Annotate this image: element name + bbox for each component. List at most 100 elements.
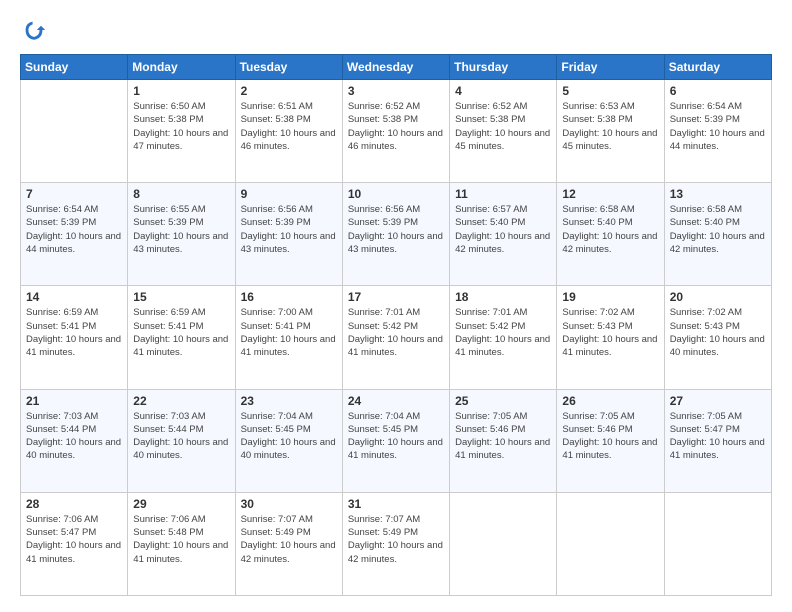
calendar-cell: 8 Sunrise: 6:55 AMSunset: 5:39 PMDayligh… [128,183,235,286]
day-number: 22 [133,394,229,408]
calendar-cell: 27 Sunrise: 7:05 AMSunset: 5:47 PMDaylig… [664,389,771,492]
day-info: Sunrise: 7:05 AMSunset: 5:46 PMDaylight:… [455,411,550,462]
calendar-cell: 25 Sunrise: 7:05 AMSunset: 5:46 PMDaylig… [450,389,557,492]
day-info: Sunrise: 6:56 AMSunset: 5:39 PMDaylight:… [241,204,336,255]
calendar-cell: 31 Sunrise: 7:07 AMSunset: 5:49 PMDaylig… [342,492,449,595]
day-info: Sunrise: 7:02 AMSunset: 5:43 PMDaylight:… [562,307,657,358]
day-info: Sunrise: 6:54 AMSunset: 5:39 PMDaylight:… [26,204,121,255]
day-info: Sunrise: 7:06 AMSunset: 5:47 PMDaylight:… [26,514,121,565]
day-number: 29 [133,497,229,511]
calendar-cell: 6 Sunrise: 6:54 AMSunset: 5:39 PMDayligh… [664,80,771,183]
calendar-cell: 22 Sunrise: 7:03 AMSunset: 5:44 PMDaylig… [128,389,235,492]
day-info: Sunrise: 6:57 AMSunset: 5:40 PMDaylight:… [455,204,550,255]
day-number: 14 [26,290,122,304]
calendar-cell [21,80,128,183]
calendar-week-5: 28 Sunrise: 7:06 AMSunset: 5:47 PMDaylig… [21,492,772,595]
day-number: 11 [455,187,551,201]
day-number: 28 [26,497,122,511]
day-info: Sunrise: 7:02 AMSunset: 5:43 PMDaylight:… [670,307,765,358]
day-info: Sunrise: 6:58 AMSunset: 5:40 PMDaylight:… [562,204,657,255]
weekday-header-thursday: Thursday [450,55,557,80]
day-number: 12 [562,187,658,201]
day-info: Sunrise: 6:58 AMSunset: 5:40 PMDaylight:… [670,204,765,255]
day-number: 2 [241,84,337,98]
weekday-header-tuesday: Tuesday [235,55,342,80]
day-number: 7 [26,187,122,201]
weekday-header-sunday: Sunday [21,55,128,80]
day-number: 24 [348,394,444,408]
day-info: Sunrise: 7:01 AMSunset: 5:42 PMDaylight:… [455,307,550,358]
weekday-header-friday: Friday [557,55,664,80]
day-number: 30 [241,497,337,511]
calendar-cell: 10 Sunrise: 6:56 AMSunset: 5:39 PMDaylig… [342,183,449,286]
calendar-cell: 20 Sunrise: 7:02 AMSunset: 5:43 PMDaylig… [664,286,771,389]
calendar-week-1: 1 Sunrise: 6:50 AMSunset: 5:38 PMDayligh… [21,80,772,183]
calendar-header-row: SundayMondayTuesdayWednesdayThursdayFrid… [21,55,772,80]
day-info: Sunrise: 6:59 AMSunset: 5:41 PMDaylight:… [133,307,228,358]
calendar-cell: 26 Sunrise: 7:05 AMSunset: 5:46 PMDaylig… [557,389,664,492]
weekday-header-saturday: Saturday [664,55,771,80]
calendar-cell: 15 Sunrise: 6:59 AMSunset: 5:41 PMDaylig… [128,286,235,389]
day-info: Sunrise: 6:54 AMSunset: 5:39 PMDaylight:… [670,101,765,152]
day-info: Sunrise: 6:52 AMSunset: 5:38 PMDaylight:… [455,101,550,152]
calendar-week-3: 14 Sunrise: 6:59 AMSunset: 5:41 PMDaylig… [21,286,772,389]
day-info: Sunrise: 7:03 AMSunset: 5:44 PMDaylight:… [26,411,121,462]
calendar-cell: 18 Sunrise: 7:01 AMSunset: 5:42 PMDaylig… [450,286,557,389]
day-number: 8 [133,187,229,201]
day-number: 3 [348,84,444,98]
calendar-cell: 14 Sunrise: 6:59 AMSunset: 5:41 PMDaylig… [21,286,128,389]
day-number: 20 [670,290,766,304]
calendar-cell: 5 Sunrise: 6:53 AMSunset: 5:38 PMDayligh… [557,80,664,183]
weekday-header-wednesday: Wednesday [342,55,449,80]
calendar-cell: 29 Sunrise: 7:06 AMSunset: 5:48 PMDaylig… [128,492,235,595]
day-number: 5 [562,84,658,98]
calendar-cell: 2 Sunrise: 6:51 AMSunset: 5:38 PMDayligh… [235,80,342,183]
day-info: Sunrise: 7:05 AMSunset: 5:46 PMDaylight:… [562,411,657,462]
day-info: Sunrise: 6:51 AMSunset: 5:38 PMDaylight:… [241,101,336,152]
day-number: 31 [348,497,444,511]
day-info: Sunrise: 6:53 AMSunset: 5:38 PMDaylight:… [562,101,657,152]
day-number: 23 [241,394,337,408]
day-number: 4 [455,84,551,98]
day-number: 17 [348,290,444,304]
day-number: 15 [133,290,229,304]
day-info: Sunrise: 7:04 AMSunset: 5:45 PMDaylight:… [241,411,336,462]
calendar-week-4: 21 Sunrise: 7:03 AMSunset: 5:44 PMDaylig… [21,389,772,492]
day-number: 25 [455,394,551,408]
calendar-table: SundayMondayTuesdayWednesdayThursdayFrid… [20,54,772,596]
calendar-cell: 21 Sunrise: 7:03 AMSunset: 5:44 PMDaylig… [21,389,128,492]
day-number: 13 [670,187,766,201]
day-info: Sunrise: 6:50 AMSunset: 5:38 PMDaylight:… [133,101,228,152]
calendar-cell: 28 Sunrise: 7:06 AMSunset: 5:47 PMDaylig… [21,492,128,595]
calendar-cell: 9 Sunrise: 6:56 AMSunset: 5:39 PMDayligh… [235,183,342,286]
day-info: Sunrise: 7:01 AMSunset: 5:42 PMDaylight:… [348,307,443,358]
day-info: Sunrise: 7:05 AMSunset: 5:47 PMDaylight:… [670,411,765,462]
day-info: Sunrise: 7:07 AMSunset: 5:49 PMDaylight:… [348,514,443,565]
calendar-cell: 1 Sunrise: 6:50 AMSunset: 5:38 PMDayligh… [128,80,235,183]
calendar-cell: 24 Sunrise: 7:04 AMSunset: 5:45 PMDaylig… [342,389,449,492]
calendar-cell [450,492,557,595]
page: SundayMondayTuesdayWednesdayThursdayFrid… [0,0,792,612]
day-info: Sunrise: 7:00 AMSunset: 5:41 PMDaylight:… [241,307,336,358]
day-number: 26 [562,394,658,408]
calendar-cell: 30 Sunrise: 7:07 AMSunset: 5:49 PMDaylig… [235,492,342,595]
day-info: Sunrise: 7:04 AMSunset: 5:45 PMDaylight:… [348,411,443,462]
day-number: 21 [26,394,122,408]
calendar-cell: 4 Sunrise: 6:52 AMSunset: 5:38 PMDayligh… [450,80,557,183]
day-number: 6 [670,84,766,98]
day-info: Sunrise: 7:06 AMSunset: 5:48 PMDaylight:… [133,514,228,565]
day-info: Sunrise: 6:52 AMSunset: 5:38 PMDaylight:… [348,101,443,152]
calendar-cell [664,492,771,595]
day-info: Sunrise: 6:56 AMSunset: 5:39 PMDaylight:… [348,204,443,255]
day-number: 27 [670,394,766,408]
calendar-cell: 17 Sunrise: 7:01 AMSunset: 5:42 PMDaylig… [342,286,449,389]
day-number: 18 [455,290,551,304]
logo-icon [20,16,48,44]
day-number: 9 [241,187,337,201]
logo [20,16,52,44]
day-info: Sunrise: 7:03 AMSunset: 5:44 PMDaylight:… [133,411,228,462]
calendar-cell: 19 Sunrise: 7:02 AMSunset: 5:43 PMDaylig… [557,286,664,389]
header [20,16,772,44]
calendar-cell: 7 Sunrise: 6:54 AMSunset: 5:39 PMDayligh… [21,183,128,286]
calendar-cell: 11 Sunrise: 6:57 AMSunset: 5:40 PMDaylig… [450,183,557,286]
